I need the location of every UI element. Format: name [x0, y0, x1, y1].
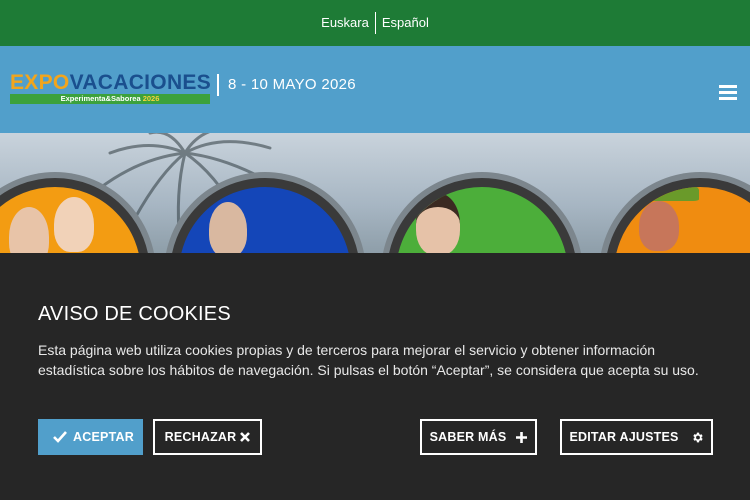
x-icon — [240, 432, 251, 442]
person-photo — [639, 201, 679, 251]
lang-espanol-link[interactable]: Español — [376, 12, 435, 34]
site-header: EXPOVACACIONES Experimenta&Saborea 2026 … — [0, 46, 750, 133]
check-icon — [53, 431, 68, 443]
menu-bar — [719, 97, 737, 100]
hero-banner — [0, 133, 750, 253]
more-info-button[interactable]: SABER MÁS — [420, 419, 537, 455]
menu-bar — [719, 91, 737, 94]
cookie-banner: AVISO DE COOKIES Esta página web utiliza… — [0, 253, 750, 500]
hamburger-menu-icon[interactable] — [719, 85, 737, 100]
logo-tagline-text: Experimenta&Saborea — [60, 94, 141, 103]
cookie-description: Esta página web utiliza cookies propias … — [38, 342, 699, 378]
header-divider — [217, 74, 219, 96]
edit-settings-label: EDITAR AJUSTES — [569, 430, 679, 444]
edit-settings-button[interactable]: EDITAR AJUSTES — [560, 419, 713, 455]
person-photo — [209, 202, 247, 253]
hero-circle-green — [387, 178, 577, 253]
gear-icon — [692, 432, 703, 442]
hero-circle-orange-2 — [605, 178, 750, 253]
more-info-label: SABER MÁS — [429, 430, 507, 444]
person-photo — [416, 193, 460, 253]
person-photo — [639, 187, 699, 201]
site-logo[interactable]: EXPOVACACIONES Experimenta&Saborea 2026 — [10, 71, 212, 104]
cookie-title: AVISO DE COOKIES — [38, 303, 231, 325]
logo-wordmark: EXPOVACACIONES — [10, 71, 212, 94]
reject-button[interactable]: RECHAZAR — [153, 419, 262, 455]
plus-icon — [516, 431, 528, 443]
logo-part-vacaciones: VACACIONES — [69, 71, 212, 94]
reject-label: RECHAZAR — [164, 430, 237, 444]
person-photo — [54, 197, 94, 252]
lang-euskara-link[interactable]: Euskara — [315, 12, 375, 34]
person-photo — [9, 207, 49, 253]
logo-part-expo: EXPO — [10, 71, 70, 94]
accept-label: ACEPTAR — [73, 430, 134, 444]
logo-tagline: Experimenta&Saborea 2026 — [10, 94, 210, 104]
logo-tagline-year: 2026 — [142, 94, 160, 103]
language-bar: Euskara Español — [0, 0, 750, 46]
accept-button[interactable]: ACEPTAR — [38, 419, 143, 455]
event-dates: 8 - 10 MAYO 2026 — [228, 76, 356, 93]
menu-bar — [719, 85, 737, 88]
